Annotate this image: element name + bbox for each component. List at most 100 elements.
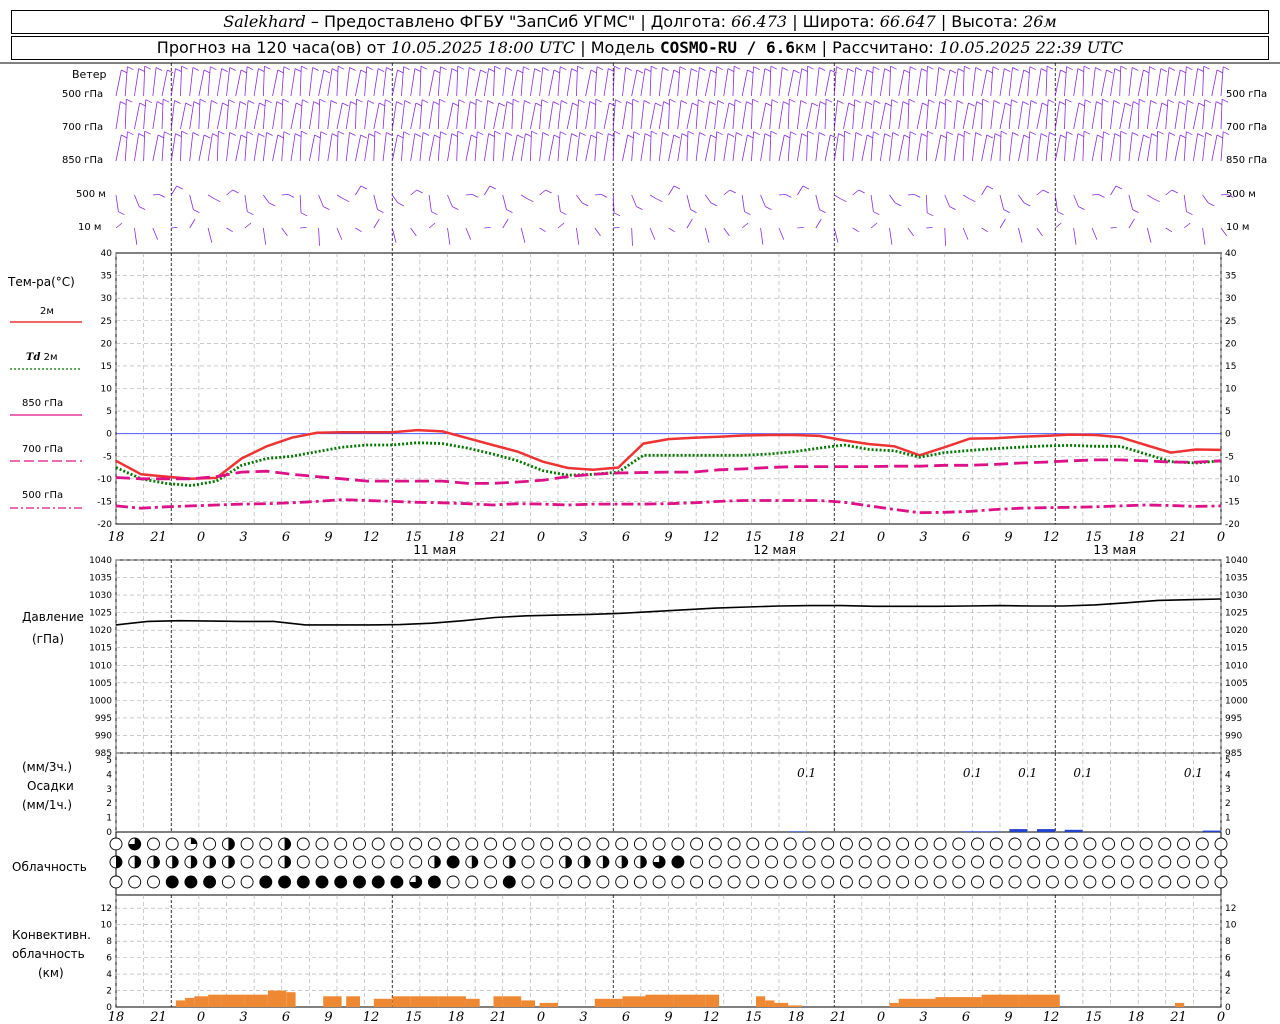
wind-barb-flag — [561, 100, 568, 104]
cloud-symbol — [1139, 855, 1153, 869]
wind-barb — [1091, 67, 1096, 97]
cloud-symbol — [1027, 855, 1041, 869]
wind-barb — [1220, 66, 1224, 97]
wind-barb — [686, 68, 692, 97]
temp-hour-label: 9 — [664, 530, 672, 545]
wind-barb-flag — [716, 131, 723, 136]
conv-hour-label: 0 — [877, 1010, 885, 1024]
cloud-symbol — [353, 855, 366, 869]
wind-barb-flag — [287, 194, 295, 198]
cloud-symbol-fill — [447, 856, 460, 868]
wind-barb — [861, 69, 868, 97]
wind-barb-flag — [596, 66, 604, 71]
wind-barb-flag — [928, 99, 935, 104]
wind-barb — [557, 222, 565, 229]
wind-barb — [649, 227, 656, 240]
wind-barb-flag — [699, 67, 706, 71]
conv-bar — [898, 998, 936, 1007]
wind-barb — [566, 68, 572, 97]
wind-barb-flag — [626, 101, 633, 105]
wind-barb — [833, 100, 838, 130]
wind-barb-flag — [488, 68, 495, 72]
wind-barb-flag — [374, 130, 382, 135]
conv-bar — [1175, 1002, 1185, 1007]
conv-hour-label: 3 — [239, 1010, 247, 1024]
wind-barb — [391, 194, 399, 204]
cloud-symbol — [877, 837, 891, 851]
wind-barb-flag — [366, 66, 373, 71]
wind-barb — [161, 99, 164, 130]
wind-barb-flag — [945, 98, 952, 103]
cloud-symbol — [633, 837, 647, 851]
wind-barb-flag — [581, 202, 589, 207]
conv-hour-label: 3 — [579, 1010, 587, 1024]
precip-bar — [1037, 829, 1055, 832]
wind-barb-flag — [873, 131, 880, 136]
wind-barb — [161, 69, 168, 97]
wind-barb — [465, 101, 471, 130]
wind-barb — [889, 227, 893, 245]
conv-bar — [521, 1000, 535, 1007]
temp-ytick-right: 40 — [1225, 249, 1237, 259]
cloud-symbol — [989, 837, 1003, 851]
wind-barb-flag — [505, 132, 513, 136]
conv-bar — [645, 994, 674, 1007]
wind-barb — [1054, 222, 1062, 229]
cloud-symbol — [615, 837, 629, 851]
cloud-symbol-fill — [509, 856, 516, 868]
cloud-symbol — [577, 837, 591, 851]
wind-barb — [723, 102, 730, 130]
wind-barb-flag — [844, 130, 851, 135]
wind-barb-flag — [323, 206, 330, 210]
cloud-symbol — [1045, 855, 1059, 869]
wind-barb — [529, 102, 536, 130]
cloud-symbol — [540, 837, 554, 851]
wind-barb-flag — [545, 189, 552, 194]
wind-barb-flag — [199, 98, 207, 103]
wind-barb-flag — [838, 133, 845, 137]
wind-barb-flag — [727, 68, 735, 72]
wind-barb — [889, 132, 894, 162]
wind-barb — [760, 194, 766, 207]
wind-barb — [115, 101, 121, 130]
wind-barb-flag — [729, 189, 736, 194]
wind-barb-flag — [927, 212, 934, 217]
cloud-symbol — [1102, 855, 1116, 869]
wind-barb — [152, 194, 160, 196]
wind-barb-flag — [890, 65, 897, 70]
wind-barb-flag — [396, 101, 403, 105]
wind-barb — [502, 218, 509, 229]
wind-barb-flag — [914, 194, 921, 198]
cloud-symbol-fill — [284, 856, 291, 868]
wind-barb — [529, 68, 535, 97]
wind-barb-flag — [162, 98, 170, 103]
cloud-symbol — [765, 875, 778, 889]
wind-barb-flag — [552, 101, 560, 105]
temp-hour-label: 6 — [282, 530, 290, 545]
wind-barb-flag — [385, 99, 392, 104]
wind-barb-flag — [753, 131, 760, 136]
wind-barb — [935, 67, 940, 97]
wind-barb-flag — [264, 65, 271, 70]
wind-barb-flag — [1208, 202, 1215, 207]
wind-barb-flag — [927, 65, 934, 70]
cloud-symbol — [1139, 837, 1153, 851]
wind-barb — [355, 185, 362, 196]
wind-barb-flag — [138, 68, 145, 72]
wind-barb-flag — [155, 67, 163, 71]
cloud-symbol — [1139, 875, 1153, 889]
wind-barb-flag — [246, 131, 254, 136]
wind-barb — [594, 194, 602, 196]
wind-barb-flag — [801, 133, 808, 137]
wind-barb-flag — [1046, 65, 1054, 70]
cloud-symbol — [1102, 875, 1116, 889]
wind-barb-flag — [181, 65, 188, 70]
cloud-symbol — [559, 875, 572, 889]
cloud-symbol — [221, 875, 235, 889]
wind-barb-flag — [884, 68, 891, 72]
wind-barb-flag — [1114, 68, 1121, 72]
wind-barb-flag — [669, 98, 676, 103]
wind-barb-flag — [801, 68, 808, 72]
cloud-symbol — [971, 855, 984, 869]
wind-barb-flag — [921, 68, 928, 72]
